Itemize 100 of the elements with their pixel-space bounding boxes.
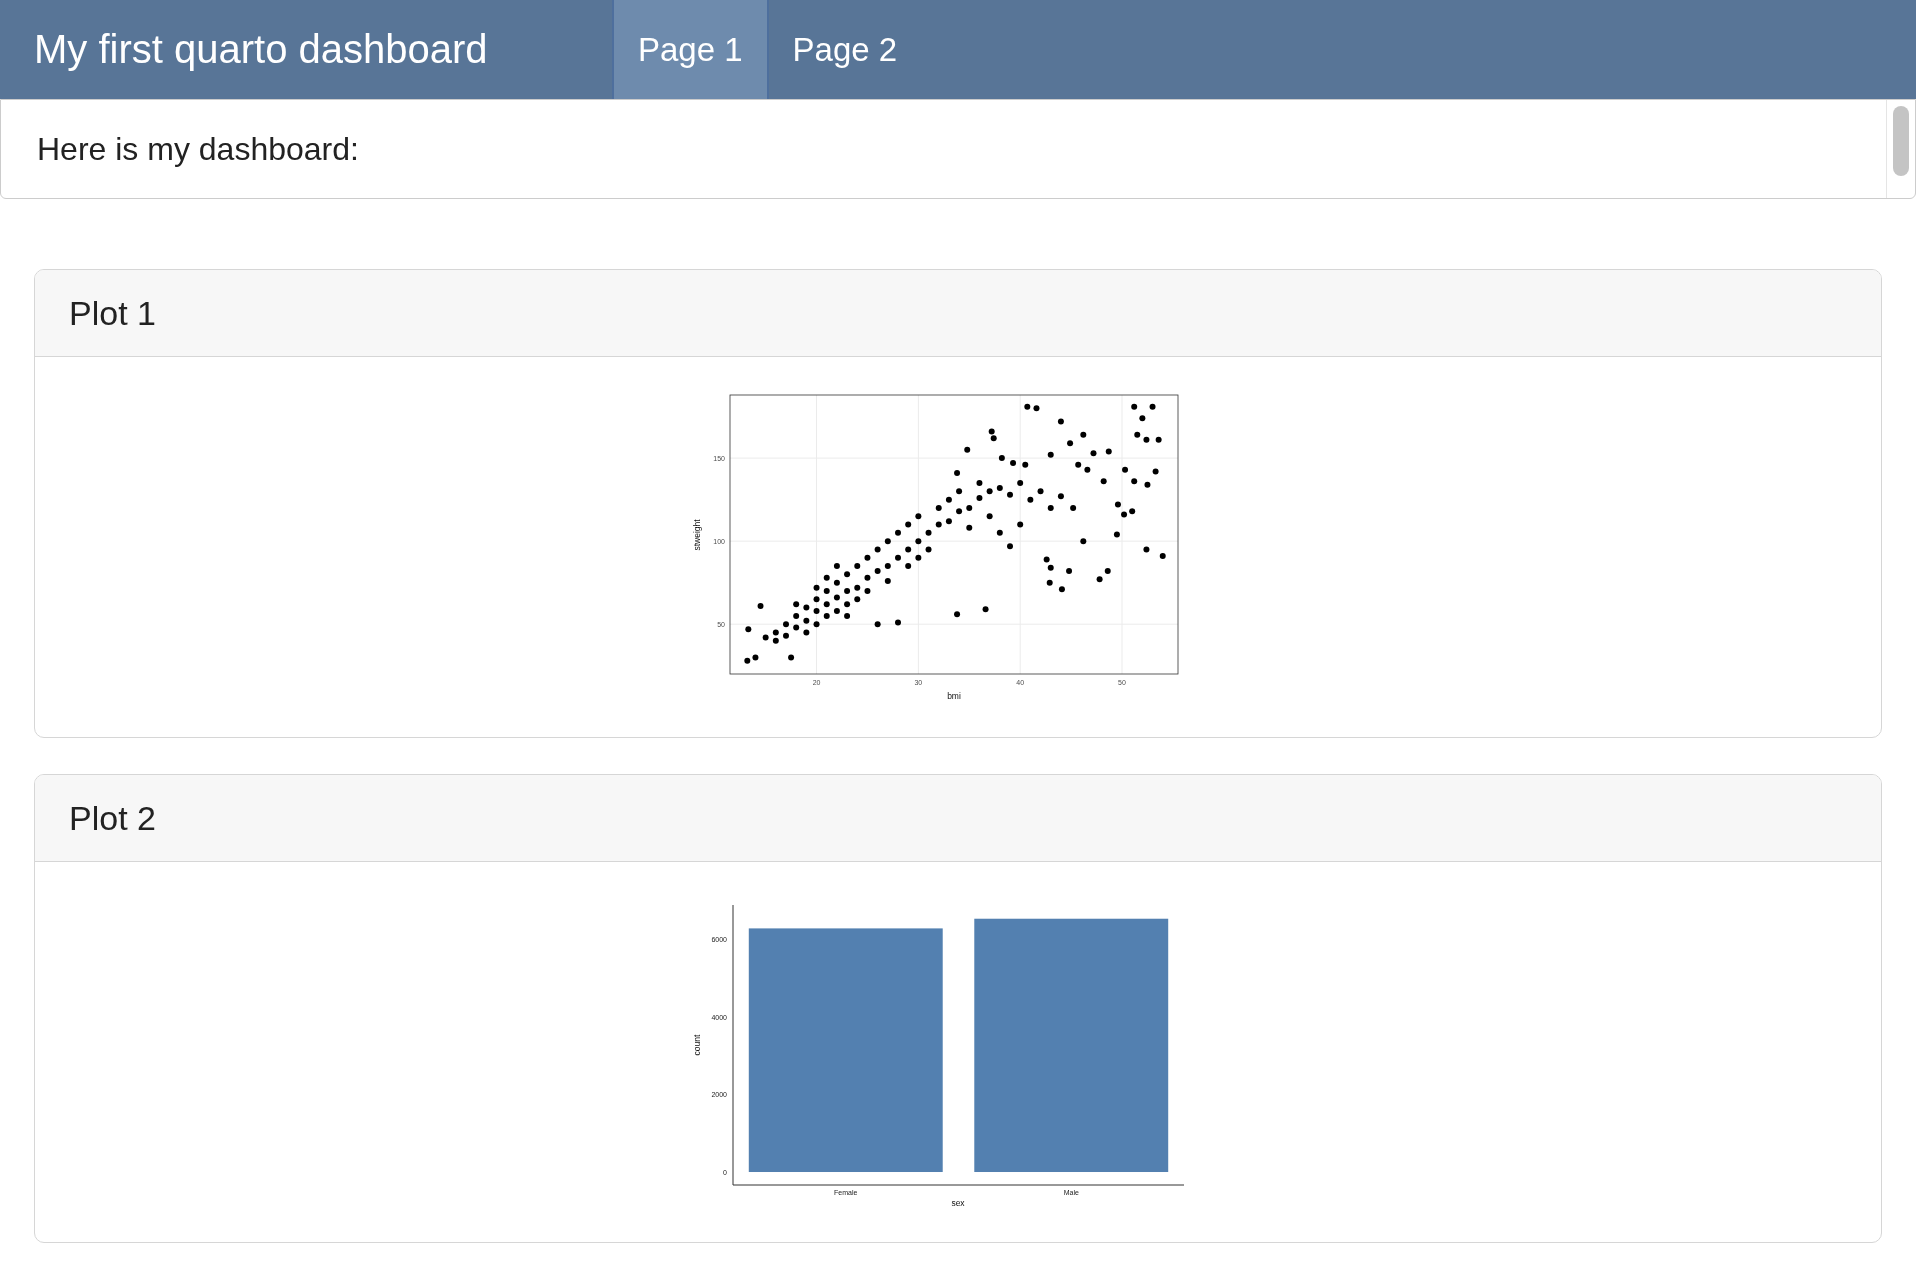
data-point bbox=[833, 579, 840, 586]
data-point bbox=[854, 596, 861, 603]
data-point bbox=[783, 621, 789, 628]
data-point bbox=[1122, 466, 1129, 473]
card-title: Plot 1 bbox=[68, 293, 156, 333]
data-point bbox=[1022, 461, 1029, 468]
data-point bbox=[915, 554, 922, 561]
data-point bbox=[954, 611, 961, 618]
data-point bbox=[793, 601, 800, 608]
data-point bbox=[976, 480, 983, 486]
data-point bbox=[1114, 501, 1121, 508]
data-point bbox=[803, 629, 810, 636]
data-point bbox=[884, 563, 891, 570]
data-point bbox=[757, 602, 764, 609]
data-point bbox=[925, 546, 932, 553]
data-point bbox=[823, 587, 830, 594]
data-point bbox=[864, 574, 871, 581]
data-point bbox=[895, 554, 901, 561]
data-point bbox=[986, 488, 993, 495]
data-point bbox=[956, 508, 963, 515]
data-point bbox=[1066, 568, 1073, 575]
data-point bbox=[874, 546, 881, 553]
data-point bbox=[762, 634, 769, 641]
data-point bbox=[945, 518, 952, 525]
data-point bbox=[1058, 586, 1065, 593]
data-point bbox=[823, 601, 830, 608]
data-point bbox=[1057, 493, 1064, 500]
data-point bbox=[1080, 538, 1087, 545]
data-point bbox=[982, 606, 989, 613]
data-point bbox=[1067, 440, 1074, 447]
data-point bbox=[1010, 460, 1017, 467]
nav-tab[interactable]: Page 1 bbox=[612, 0, 769, 99]
data-point bbox=[1007, 491, 1013, 498]
data-point bbox=[1037, 488, 1044, 495]
data-point bbox=[956, 488, 963, 495]
data-point bbox=[1057, 418, 1064, 425]
data-point bbox=[1084, 466, 1091, 473]
data-point bbox=[905, 563, 912, 570]
data-point bbox=[864, 587, 871, 594]
data-point bbox=[745, 626, 752, 633]
scrollbar-thumb[interactable] bbox=[1893, 106, 1909, 176]
data-point bbox=[966, 524, 973, 531]
nav-tab[interactable]: Page 2 bbox=[768, 0, 922, 99]
data-point bbox=[788, 654, 795, 661]
data-point bbox=[1159, 553, 1166, 560]
data-point bbox=[854, 584, 861, 591]
data-point bbox=[833, 607, 840, 614]
data-point bbox=[976, 494, 983, 501]
intro-text: Here is my dashboard: bbox=[36, 130, 359, 168]
data-point bbox=[1033, 405, 1040, 412]
data-point bbox=[823, 612, 830, 619]
data-point bbox=[813, 621, 820, 628]
data-point bbox=[813, 607, 820, 614]
data-point bbox=[803, 604, 810, 611]
y-axis-label: stweight bbox=[692, 519, 702, 551]
data-point bbox=[915, 538, 922, 545]
data-point bbox=[1105, 448, 1112, 455]
data-point bbox=[1152, 468, 1159, 475]
data-point bbox=[813, 584, 820, 591]
data-point bbox=[1134, 431, 1141, 438]
data-point bbox=[844, 571, 851, 578]
data-point bbox=[996, 485, 1003, 491]
data-point bbox=[1139, 415, 1146, 422]
data-point bbox=[1143, 546, 1150, 553]
data-point bbox=[1155, 436, 1162, 443]
card-title: Plot 2 bbox=[68, 798, 156, 838]
data-point bbox=[1075, 461, 1082, 468]
data-point bbox=[844, 601, 851, 608]
data-point bbox=[874, 568, 881, 575]
data-point bbox=[1100, 478, 1107, 485]
data-point bbox=[935, 504, 942, 511]
data-point bbox=[925, 529, 932, 536]
data-point bbox=[833, 563, 840, 570]
data-point bbox=[905, 546, 912, 553]
data-point bbox=[803, 617, 810, 624]
data-point bbox=[1131, 478, 1138, 485]
y-axis-label: count bbox=[692, 1034, 702, 1056]
data-point bbox=[1080, 431, 1087, 438]
data-point bbox=[1143, 436, 1150, 443]
data-point bbox=[1027, 496, 1034, 503]
data-point bbox=[895, 619, 901, 626]
data-point bbox=[1024, 403, 1031, 410]
data-point bbox=[813, 596, 820, 603]
data-point bbox=[1007, 543, 1013, 550]
data-point bbox=[844, 612, 851, 619]
data-point bbox=[998, 455, 1005, 462]
data-point bbox=[915, 513, 922, 520]
data-point bbox=[833, 594, 840, 601]
data-point bbox=[823, 574, 830, 581]
data-point bbox=[884, 538, 891, 545]
data-point bbox=[874, 621, 881, 628]
data-point bbox=[945, 496, 952, 503]
data-point bbox=[844, 587, 851, 594]
data-point bbox=[1131, 403, 1138, 410]
data-point bbox=[964, 446, 971, 453]
data-point bbox=[935, 521, 942, 528]
data-point bbox=[895, 529, 901, 536]
data-point bbox=[905, 521, 912, 528]
data-point bbox=[793, 624, 800, 631]
x-axis-label: bmi bbox=[947, 691, 961, 701]
